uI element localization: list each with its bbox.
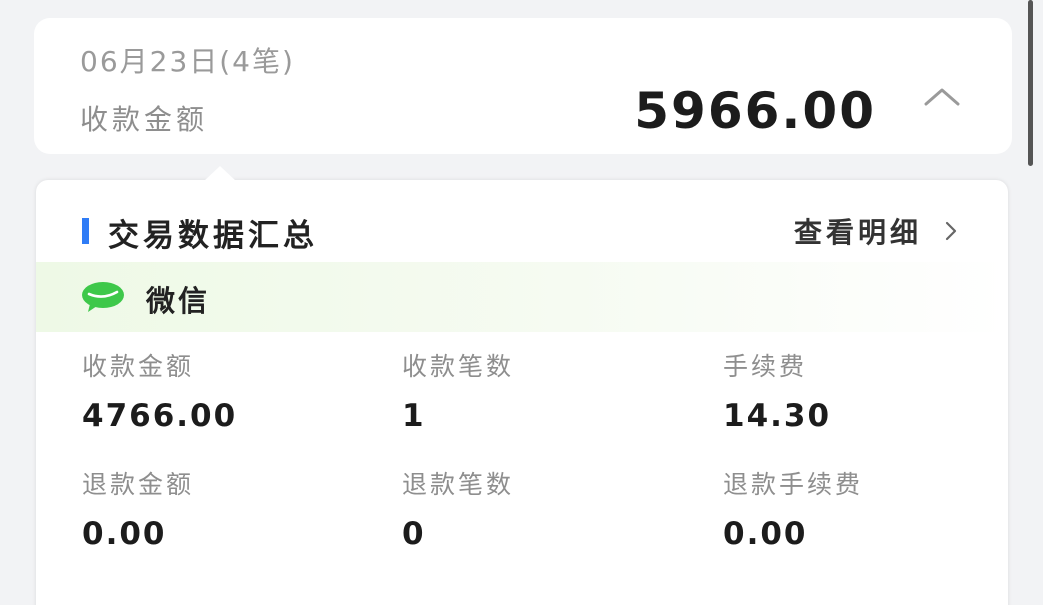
- wechat-label: 微信: [146, 284, 211, 318]
- view-detail-link[interactable]: 查看明细: [794, 212, 958, 250]
- summary-header: 交易数据汇总 查看明细: [36, 208, 1008, 254]
- stat-value: 0: [402, 516, 426, 552]
- day-amount-value: 5966.00: [634, 82, 876, 140]
- stat-refund-fee: 退款手续费 0.00: [723, 468, 1003, 552]
- stat-label: 收款笔数: [402, 352, 515, 381]
- chevron-right-icon: [944, 220, 958, 242]
- day-date-label: 06月23日(4笔): [80, 45, 295, 78]
- stat-refund-amount: 退款金额 0.00: [82, 468, 362, 552]
- stat-label: 收款金额: [82, 352, 195, 381]
- wechat-icon: [80, 280, 126, 314]
- stat-value: 0.00: [723, 516, 808, 552]
- card-pointer: [204, 166, 236, 181]
- stat-value: 0.00: [82, 516, 167, 552]
- stat-value: 4766.00: [82, 398, 238, 434]
- stat-receive-amount: 收款金额 4766.00: [82, 350, 362, 434]
- stat-label: 退款金额: [82, 470, 195, 499]
- section-accent-bar: [82, 218, 89, 244]
- stat-label: 退款笔数: [402, 470, 515, 499]
- transaction-summary-screen: 06月23日(4笔) 收款金额 5966.00 交易数据汇总 查看明细 微信 收…: [0, 0, 1043, 605]
- summary-title: 交易数据汇总: [108, 218, 318, 254]
- stat-refund-count: 退款笔数 0: [402, 468, 682, 552]
- day-amount-label: 收款金额: [80, 103, 209, 136]
- stat-receive-count: 收款笔数 1: [402, 350, 682, 434]
- chevron-up-icon[interactable]: [922, 84, 962, 110]
- transaction-summary-card: 交易数据汇总 查看明细 微信 收款金额 4766.00 收款笔数 1 手续费 1…: [36, 166, 1008, 605]
- day-summary-card[interactable]: 06月23日(4笔) 收款金额 5966.00: [34, 18, 1012, 154]
- stat-label: 退款手续费: [723, 470, 864, 499]
- view-detail-label: 查看明细: [793, 216, 922, 249]
- stat-fee: 手续费 14.30: [723, 350, 1003, 434]
- stat-label: 手续费: [723, 352, 808, 381]
- scrollbar[interactable]: [1028, 0, 1033, 166]
- stat-value: 1: [402, 398, 426, 434]
- stat-value: 14.30: [723, 398, 832, 434]
- wechat-channel-row: 微信: [36, 262, 1008, 332]
